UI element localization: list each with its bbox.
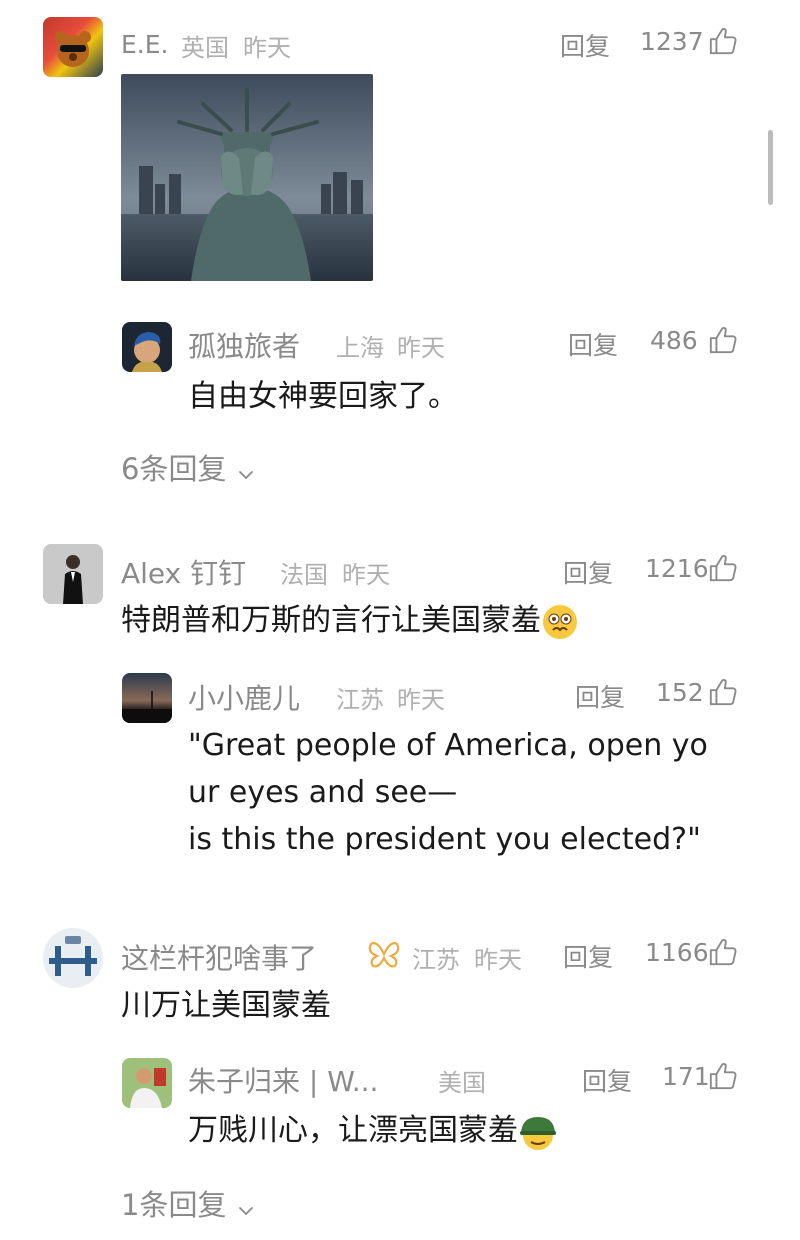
like-count: 1216 [645, 554, 709, 583]
thumbs-up-icon[interactable] [708, 325, 738, 355]
reply-button[interactable]: 回复 [575, 678, 625, 714]
butterfly-badge-icon [368, 942, 400, 968]
reply-location: 美国 [438, 1069, 486, 1097]
comment-image[interactable] [121, 74, 373, 281]
avatar-ee[interactable] [43, 17, 103, 77]
comment-username[interactable]: 这栏杆犯啥事了 [121, 937, 317, 977]
reply-text-line: is this the president you elected?" [188, 822, 701, 857]
dizzy-face-emoji-icon [543, 604, 577, 639]
reply-time: 昨天 [397, 686, 445, 714]
reply-time: 昨天 [397, 334, 445, 362]
like-count: 1237 [640, 27, 704, 56]
reply-text-line: "Great people of America, open yo [188, 728, 708, 763]
avatar-sunset-icon [122, 691, 172, 723]
avatar-reply[interactable] [122, 322, 172, 372]
reply-button[interactable]: 回复 [560, 27, 610, 63]
avatar-person-icon [130, 1068, 166, 1108]
helmet-face-emoji-icon [520, 1116, 556, 1150]
avatar-reply[interactable] [122, 673, 172, 723]
like-count: 486 [650, 326, 698, 355]
reply-button[interactable]: 回复 [563, 554, 613, 590]
reply-text: 万贱川心，让漂亮国蒙羞 [188, 1107, 558, 1154]
reply-button[interactable]: 回复 [563, 938, 613, 974]
reply-username[interactable]: 小小鹿儿 [188, 677, 300, 717]
comment-time: 昨天 [474, 946, 522, 974]
thumbs-up-icon[interactable] [708, 937, 738, 967]
more-replies-link[interactable]: 6条回复 [121, 446, 256, 488]
comment-time: 昨天 [243, 34, 291, 62]
comment-username[interactable]: Alex 钉钉 [121, 552, 246, 592]
chevron-down-icon [236, 465, 256, 485]
thumbs-up-icon[interactable] [708, 26, 738, 56]
comment-username[interactable]: E.E. [121, 30, 169, 59]
reply-text: 自由女神要回家了。 [188, 379, 458, 414]
more-replies-link[interactable]: 1条回复 [121, 1182, 256, 1224]
thumbs-up-icon[interactable] [708, 553, 738, 583]
comment-location: 英国 [181, 34, 229, 62]
avatar-reply[interactable] [122, 1058, 172, 1108]
comment-text: 特朗普和万斯的言行让美国蒙羞 [121, 597, 579, 644]
more-replies-label: 6条回复 [121, 452, 227, 486]
comment-time: 昨天 [342, 561, 390, 589]
avatar-person-icon [63, 555, 83, 604]
statue-of-liberty-image [121, 74, 373, 281]
like-count: 171 [662, 1062, 710, 1091]
avatar-railing[interactable] [43, 928, 103, 988]
like-count: 1166 [645, 938, 709, 967]
comment-location: 法国 [280, 561, 328, 589]
like-count: 152 [656, 678, 704, 707]
reply-text: "Great people of America, open yo ur eye… [188, 722, 708, 863]
reply-username[interactable]: 朱子归来 | W... [188, 1060, 378, 1100]
more-replies-label: 1条回复 [121, 1188, 227, 1222]
comment-text: 川万让美国蒙羞 [121, 988, 331, 1023]
reply-text-content: 万贱川心，让漂亮国蒙羞 [188, 1113, 518, 1148]
reply-button[interactable]: 回复 [568, 326, 618, 362]
reply-username[interactable]: 孤独旅者 [188, 325, 300, 365]
reply-button[interactable]: 回复 [582, 1062, 632, 1098]
avatar-railing-icon [49, 936, 97, 976]
chevron-down-icon [236, 1201, 256, 1221]
avatar-alex[interactable] [43, 544, 103, 604]
avatar-portrait-icon [132, 332, 162, 372]
reply-text-line: ur eyes and see— [188, 775, 458, 810]
avatar-bear-icon [55, 31, 91, 67]
scrollbar[interactable] [768, 130, 773, 205]
reply-location: 上海 [336, 334, 384, 362]
comment-location: 江苏 [412, 946, 460, 974]
comment-text-content: 特朗普和万斯的言行让美国蒙羞 [121, 603, 541, 638]
thumbs-up-icon[interactable] [708, 1061, 738, 1091]
thumbs-up-icon[interactable] [708, 677, 738, 707]
reply-location: 江苏 [336, 686, 384, 714]
